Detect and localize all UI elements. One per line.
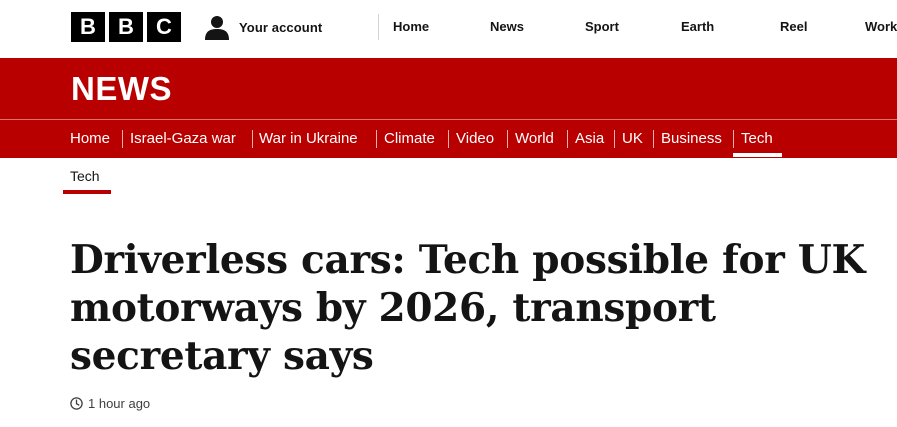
section-nav-war-in-ukraine[interactable]: War in Ukraine	[259, 131, 358, 147]
section-nav-active-indicator	[733, 153, 782, 157]
section-nav-separator	[653, 130, 654, 148]
section-nav-separator	[252, 130, 253, 148]
account-link[interactable]: Your account	[204, 14, 322, 40]
section-nav-asia[interactable]: Asia	[575, 131, 604, 147]
logo-letter: B	[109, 12, 143, 42]
article-timestamp: 1 hour ago	[70, 396, 150, 411]
logo-letter: B	[71, 12, 105, 42]
section-nav-separator	[507, 130, 508, 148]
news-wordmark[interactable]: NEWS	[71, 70, 172, 108]
news-banner: NEWS Home Israel-Gaza war War in Ukraine…	[0, 58, 897, 158]
subnav-tech[interactable]: Tech	[70, 168, 100, 184]
section-nav-uk[interactable]: UK	[622, 131, 643, 147]
section-nav-separator	[614, 130, 615, 148]
section-nav-climate[interactable]: Climate	[384, 131, 435, 147]
section-nav-separator	[376, 130, 377, 148]
section-nav: Home Israel-Gaza war War in Ukraine Clim…	[0, 120, 897, 158]
article-headline: Driverless cars: Tech possible for UK mo…	[70, 237, 866, 379]
section-nav-world[interactable]: World	[515, 131, 554, 147]
logo-letter: C	[147, 12, 181, 42]
account-label: Your account	[239, 19, 323, 35]
global-header: B B C Your account Home News Sport Earth…	[0, 0, 897, 58]
section-nav-business[interactable]: Business	[661, 131, 722, 147]
section-nav-video[interactable]: Video	[456, 131, 494, 147]
section-nav-separator	[122, 130, 123, 148]
global-nav-home[interactable]: Home	[393, 19, 429, 35]
section-nav-tech[interactable]: Tech	[741, 131, 773, 147]
section-nav-separator	[448, 130, 449, 148]
bbc-logo[interactable]: B B C	[71, 12, 181, 42]
person-icon	[205, 16, 229, 40]
subnav-active-indicator	[63, 190, 111, 194]
global-nav-reel[interactable]: Reel	[780, 19, 807, 35]
section-nav-israel-gaza-war[interactable]: Israel-Gaza war	[130, 131, 236, 147]
section-nav-home[interactable]: Home	[70, 131, 110, 147]
timestamp-text: 1 hour ago	[88, 396, 151, 411]
section-nav-separator	[567, 130, 568, 148]
global-nav-work[interactable]: Work	[865, 19, 897, 35]
clock-icon	[70, 397, 83, 410]
global-nav-earth[interactable]: Earth	[681, 19, 714, 35]
section-nav-separator	[733, 130, 734, 148]
global-nav-sport[interactable]: Sport	[585, 19, 619, 35]
global-nav-news[interactable]: News	[490, 19, 524, 35]
header-divider	[378, 14, 379, 40]
